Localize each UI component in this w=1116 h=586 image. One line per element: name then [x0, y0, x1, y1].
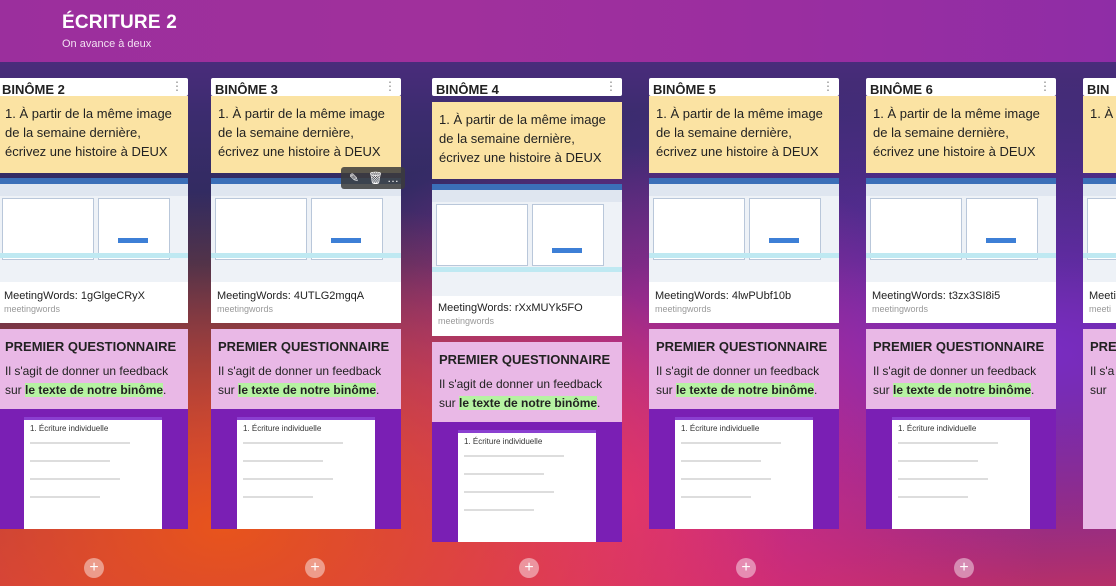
column-menu-icon[interactable]: ⋮: [1039, 79, 1051, 93]
column-header[interactable]: BINÔME 6 ⋮: [866, 78, 1056, 97]
questionnaire-heading: PREMIER QUESTIONNAIRE: [656, 339, 828, 354]
add-post-button[interactable]: +: [84, 558, 104, 578]
questionnaire-post[interactable]: PREMIER QUESTIONNAIRE Il s'agit de donne…: [866, 329, 1056, 529]
form-thumbnail: 1. Écriture individuelle: [649, 409, 839, 529]
column-header[interactable]: BINÔME 4 ⋮: [432, 78, 622, 97]
column-binome-5: BINÔME 5 ⋮ 1. À partir de la même image …: [649, 78, 839, 529]
column-header[interactable]: BINÔME 5 ⋮: [649, 78, 839, 97]
link-title: MeetingWords: 1gGlgeCRyX: [4, 290, 146, 302]
questionnaire-heading: PRE: [1090, 339, 1116, 354]
link-source: meetingwords: [4, 304, 61, 314]
link-source: meeti: [1089, 304, 1112, 314]
column-binome-4: BINÔME 4 ⋮ 1. À partir de la même image …: [432, 78, 622, 542]
instruction-post[interactable]: 1. À partir de la même image de la semai…: [649, 96, 839, 173]
questionnaire-text: Il s'agit de donner un feedback sur le t…: [439, 377, 603, 410]
link-source: meetingwords: [872, 304, 929, 314]
link-title: MeetingWords: rXxMUYk5FO: [438, 302, 583, 314]
column-binome-2: BINÔME 2 ⋮ 1. À partir de la même image …: [0, 78, 188, 529]
questionnaire-text: Il s'agit de donner un feedback sur le t…: [873, 364, 1037, 397]
questionnaire-post[interactable]: PREMIER QUESTIONNAIRE Il s'agit de donne…: [432, 342, 622, 542]
column-menu-icon[interactable]: ⋮: [605, 79, 617, 93]
add-post-button[interactable]: +: [736, 558, 756, 578]
edit-icon[interactable]: ✎: [349, 171, 359, 185]
form-thumbnail: 1. Écriture individuelle: [0, 409, 188, 529]
link-title: MeetingWords: 4lwPUbf10b: [655, 290, 792, 302]
column-partial: BIN 1. À de la écri Meeti meeti PRE Il s…: [1083, 78, 1116, 529]
link-title: MeetingWords: 4UTLG2mgqA: [217, 290, 365, 302]
column-header[interactable]: BINÔME 3 ⋮: [211, 78, 401, 97]
form-thumbnail: 1. Écriture individuelle: [866, 409, 1056, 529]
questionnaire-text: Il s'a sur: [1090, 364, 1115, 397]
instruction-post[interactable]: 1. À partir de la même image de la semai…: [432, 102, 622, 179]
delete-icon[interactable]: 🗑: [368, 171, 383, 185]
meetingwords-link-post[interactable]: MeetingWords: 4lwPUbf10b meetingwords: [649, 178, 839, 323]
meetingwords-link-post[interactable]: MeetingWords: 4UTLG2mgqA meetingwords: [211, 178, 401, 323]
questionnaire-heading: PREMIER QUESTIONNAIRE: [218, 339, 390, 354]
link-thumbnail: [649, 178, 839, 282]
post-toolbar: ✎ 🗑 …: [341, 167, 405, 189]
column-title: BINÔME 5: [653, 82, 716, 97]
column-title: BIN: [1087, 82, 1110, 97]
column-title: BINÔME 2: [2, 82, 65, 97]
link-title: MeetingWords: t3zx3SI8i5: [872, 290, 1001, 302]
questionnaire-text: Il s'agit de donner un feedback sur le t…: [218, 364, 382, 397]
meetingwords-link-post[interactable]: MeetingWords: t3zx3SI8i5 meetingwords: [866, 178, 1056, 323]
questionnaire-text: Il s'agit de donner un feedback sur le t…: [656, 364, 820, 397]
instruction-post[interactable]: 1. À partir de la même image de la semai…: [0, 96, 188, 173]
column-binome-3: BINÔME 3 ⋮ 1. À partir de la même image …: [211, 78, 401, 529]
link-title: Meeti: [1089, 290, 1116, 302]
board-header: ÉCRITURE 2 On avance à deux: [0, 0, 1116, 62]
column-menu-icon[interactable]: ⋮: [384, 79, 396, 93]
link-source: meetingwords: [655, 304, 712, 314]
add-post-button[interactable]: +: [305, 558, 325, 578]
add-post-button[interactable]: +: [519, 558, 539, 578]
add-post-button[interactable]: +: [954, 558, 974, 578]
more-icon[interactable]: …: [387, 171, 399, 185]
form-thumbnail: 1. Écriture individuelle: [211, 409, 401, 529]
form-thumbnail: 1. Écriture individuelle: [432, 422, 622, 542]
column-title: BINÔME 4: [436, 82, 499, 97]
link-thumbnail: [866, 178, 1056, 282]
board-subtitle: On avance à deux: [62, 38, 152, 50]
questionnaire-post[interactable]: PREMIER QUESTIONNAIRE Il s'agit de donne…: [211, 329, 401, 529]
instruction-post[interactable]: 1. À partir de la même image de la semai…: [211, 96, 401, 173]
questionnaire-heading: PREMIER QUESTIONNAIRE: [873, 339, 1045, 354]
link-thumbnail: [0, 178, 188, 282]
link-thumbnail: [1083, 178, 1116, 282]
column-binome-6: BINÔME 6 ⋮ 1. À partir de la même image …: [866, 78, 1056, 529]
column-title: BINÔME 6: [870, 82, 933, 97]
board-title: ÉCRITURE 2: [62, 12, 177, 33]
column-title: BINÔME 3: [215, 82, 278, 97]
questionnaire-post[interactable]: PREMIER QUESTIONNAIRE Il s'agit de donne…: [649, 329, 839, 529]
meetingwords-link-post[interactable]: MeetingWords: rXxMUYk5FO meetingwords: [432, 184, 622, 336]
link-source: meetingwords: [438, 316, 495, 326]
column-menu-icon[interactable]: ⋮: [822, 79, 834, 93]
link-source: meetingwords: [217, 304, 274, 314]
column-header[interactable]: BIN: [1083, 78, 1116, 97]
questionnaire-heading: PREMIER QUESTIONNAIRE: [5, 339, 177, 354]
instruction-post[interactable]: 1. À partir de la même image de la semai…: [866, 96, 1056, 173]
link-thumbnail: [432, 184, 622, 296]
questionnaire-post[interactable]: PREMIER QUESTIONNAIRE Il s'agit de donne…: [0, 329, 188, 529]
meetingwords-link-post[interactable]: Meeti meeti: [1083, 178, 1116, 323]
questionnaire-post[interactable]: PRE Il s'a sur: [1083, 329, 1116, 529]
instruction-post[interactable]: 1. À de la écri: [1083, 96, 1116, 173]
questionnaire-text: Il s'agit de donner un feedback sur le t…: [5, 364, 169, 397]
link-thumbnail: [211, 178, 401, 282]
column-menu-icon[interactable]: ⋮: [171, 79, 183, 93]
meetingwords-link-post[interactable]: MeetingWords: 1gGlgeCRyX meetingwords: [0, 178, 188, 323]
questionnaire-heading: PREMIER QUESTIONNAIRE: [439, 352, 611, 367]
column-header[interactable]: BINÔME 2 ⋮: [0, 78, 188, 97]
